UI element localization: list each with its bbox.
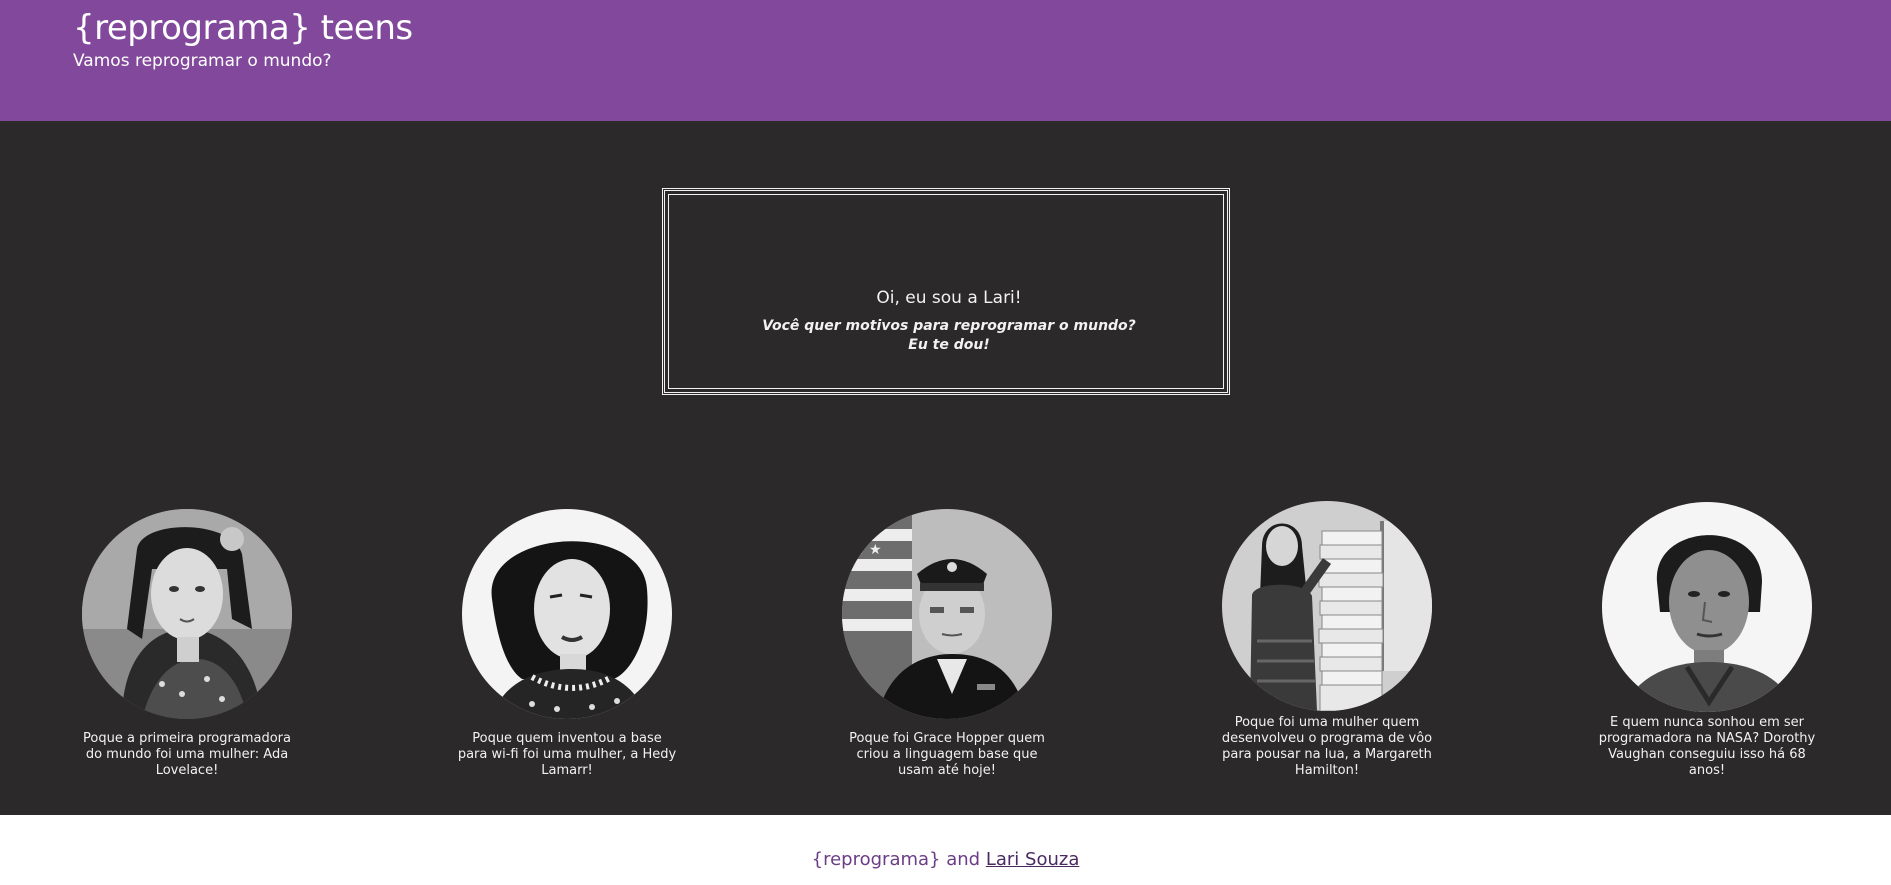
site-title: {reprograma} teens xyxy=(73,8,413,48)
footer-credit: {reprograma} and Lari Souza xyxy=(0,849,1891,871)
ada-lovelace-caption: Poque a primeira programadora do mundo f… xyxy=(83,731,291,778)
grace-hopper-caption: Poque foi Grace Hopper quem criou a ling… xyxy=(849,731,1045,778)
grace-hopper-photo: ★ ★ xyxy=(842,509,1052,719)
intro-box: Oi, eu sou a Lari! Você quer motivos par… xyxy=(662,188,1230,395)
dorothy-vaughan-photo xyxy=(1602,502,1812,712)
hedy-lamarr-photo xyxy=(462,509,672,719)
site-footer: {reprograma} and Lari Souza xyxy=(0,815,1891,885)
svg-text:★ ★: ★ ★ xyxy=(852,542,882,558)
footer-org: {reprograma} xyxy=(811,849,941,870)
intro-pitch: Você quer motivos para reprogramar o mun… xyxy=(762,318,1136,353)
site-tagline: Vamos reprogramar o mundo? xyxy=(73,51,332,71)
intro-greeting: Oi, eu sou a Lari! xyxy=(876,288,1022,308)
margaret-hamilton-caption: Poque foi uma mulher quem desenvolveu o … xyxy=(1221,715,1433,778)
margaret-hamilton-photo xyxy=(1222,501,1432,711)
ada-lovelace-photo xyxy=(82,509,292,719)
footer-connector: and xyxy=(946,849,981,870)
main-section: Oi, eu sou a Lari! Você quer motivos par… xyxy=(0,121,1891,815)
dorothy-vaughan-caption: E quem nunca sonhou em ser programadora … xyxy=(1598,715,1816,778)
author-link[interactable]: Lari Souza xyxy=(986,849,1080,870)
hedy-lamarr-caption: Poque quem inventou a base para wi-fi fo… xyxy=(457,731,677,778)
site-header: {reprograma} teens Vamos reprogramar o m… xyxy=(0,0,1891,121)
